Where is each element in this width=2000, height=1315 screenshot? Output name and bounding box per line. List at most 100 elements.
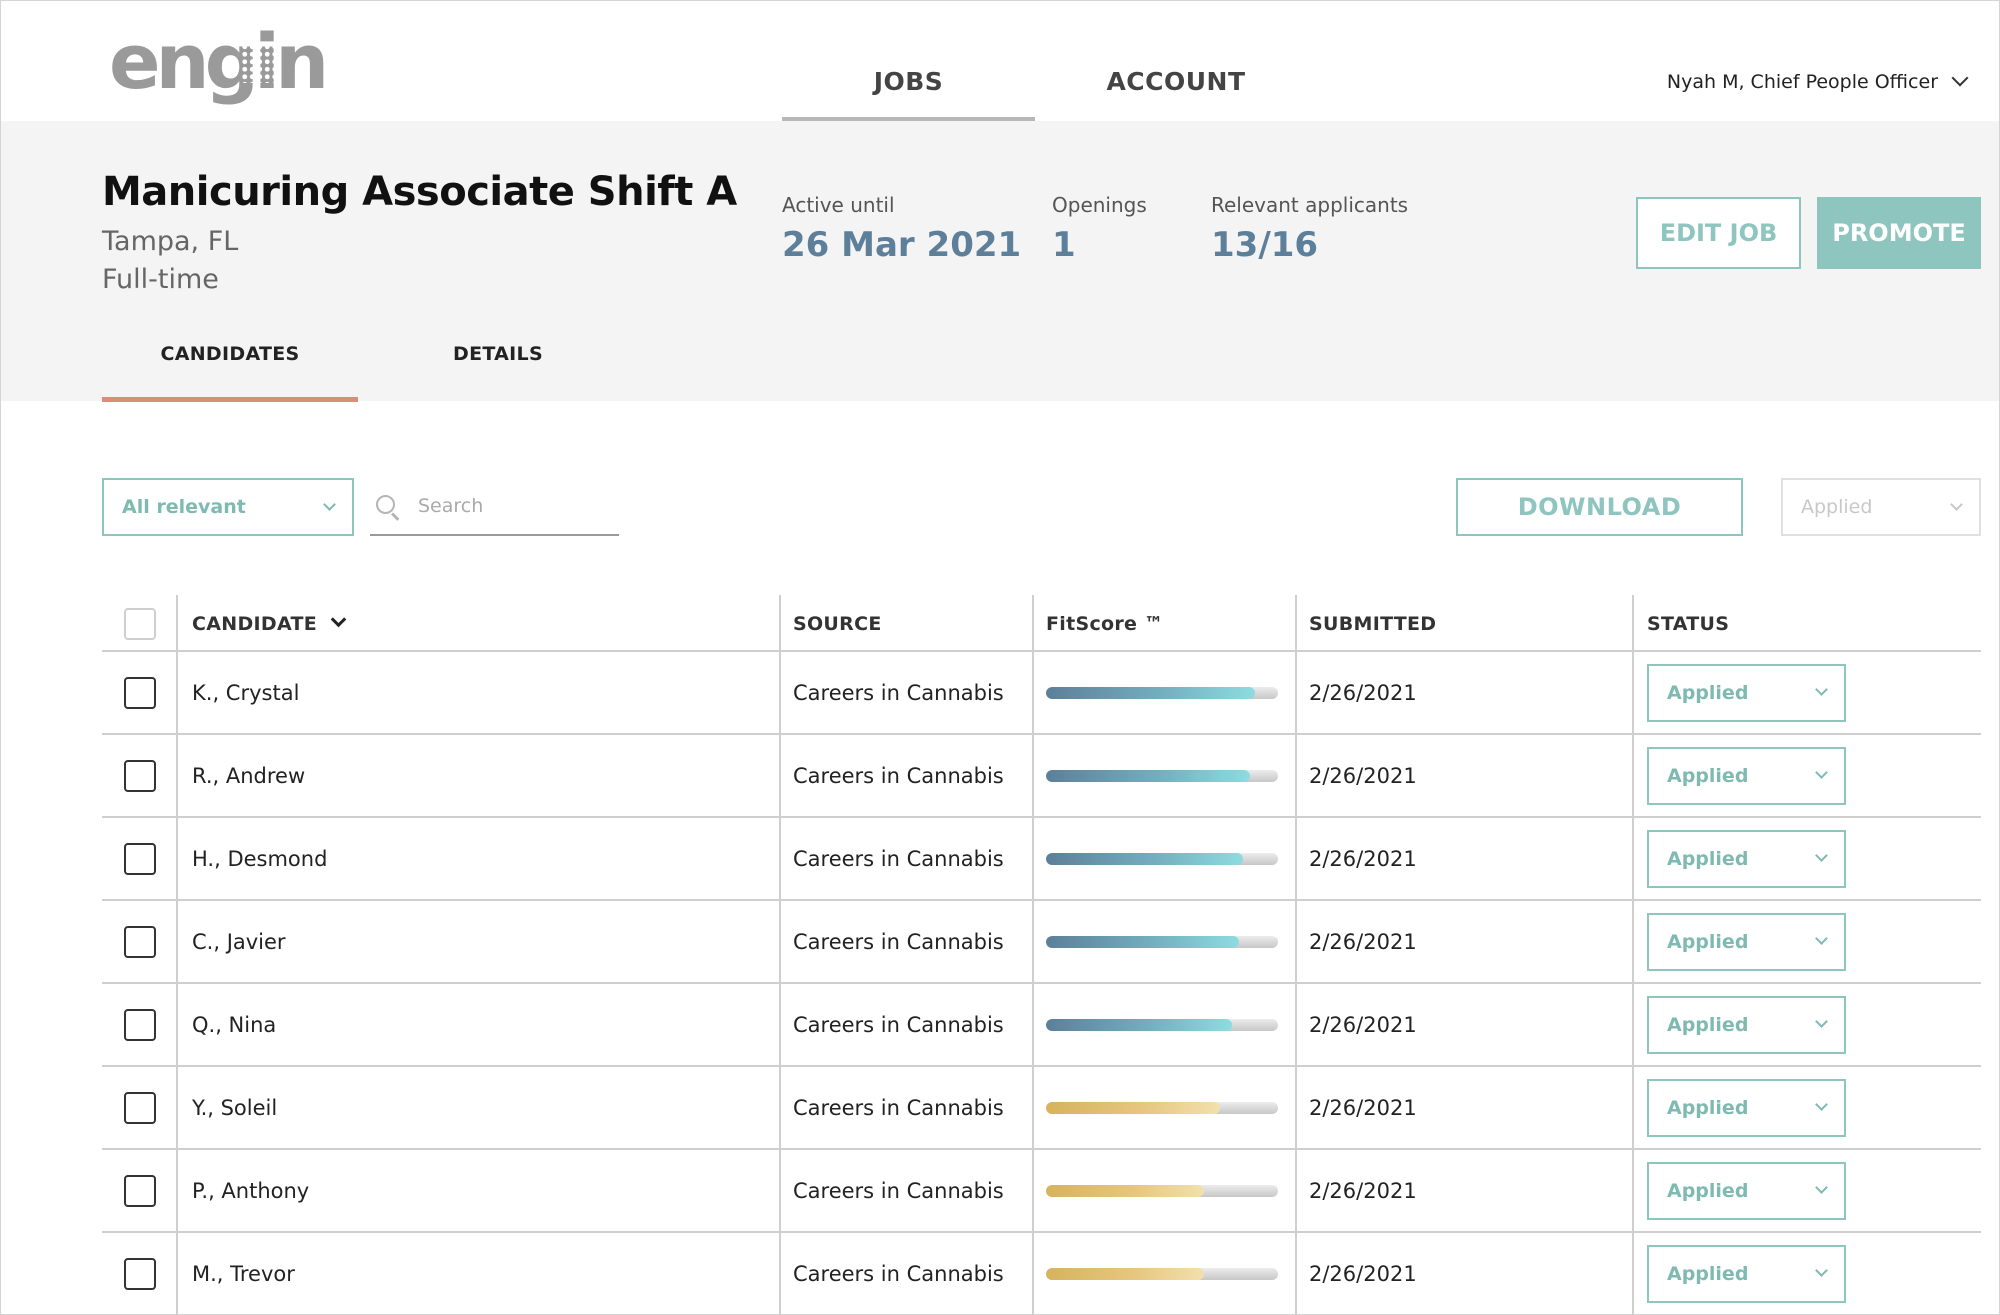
search-icon <box>374 493 400 521</box>
row-checkbox[interactable] <box>124 925 156 958</box>
logo-dot-pattern <box>241 43 279 83</box>
submitted-date: 2/26/2021 <box>1309 1178 1417 1203</box>
table-row: Q., Nina Careers in Cannabis 2/26/2021 A… <box>102 984 1981 1067</box>
submitted-date: 2/26/2021 <box>1309 1261 1417 1286</box>
app-frame: engin JOBS ACCOUNT Nyah M, Chief People … <box>0 0 2000 1315</box>
fitscore-bar <box>1046 1267 1278 1280</box>
column-header-status: STATUS <box>1647 612 1730 635</box>
fitscore-fill <box>1046 1184 1204 1197</box>
fitscore-fill <box>1046 935 1239 948</box>
sort-chevron-icon <box>330 611 347 628</box>
chevron-down-icon <box>1815 766 1828 779</box>
chevron-down-icon <box>1815 849 1828 862</box>
column-header-fitscore: FitScore ™ <box>1046 612 1164 635</box>
nav-tab-account[interactable]: ACCOUNT <box>1071 57 1281 96</box>
table-row: Y., Soleil Careers in Cannabis 2/26/2021… <box>102 1067 1981 1150</box>
engin-logo[interactable]: engin <box>109 17 329 107</box>
job-title: Manicuring Associate Shift A <box>102 169 737 215</box>
candidates-table: CANDIDATE SOURCE FitScore ™ SUBMITTED ST… <box>102 595 1981 1314</box>
candidate-name[interactable]: K., Crystal <box>192 652 299 733</box>
status-select[interactable]: Applied <box>1647 829 1846 888</box>
candidate-source: Careers in Cannabis <box>793 846 1004 871</box>
stat-openings: Openings 1 <box>1052 193 1147 265</box>
status-value: Applied <box>1667 930 1749 953</box>
nav-tab-jobs[interactable]: JOBS <box>782 57 1035 121</box>
fitscore-fill <box>1046 1101 1220 1114</box>
select-all-cell <box>124 595 156 652</box>
fitscore-fill <box>1046 769 1251 782</box>
fitscore-bar <box>1046 1101 1278 1114</box>
row-checkbox[interactable] <box>124 759 156 792</box>
status-select[interactable]: Applied <box>1647 995 1846 1054</box>
chevron-down-icon <box>1950 497 1963 511</box>
promote-button[interactable]: PROMOTE <box>1817 197 1981 269</box>
stat-relevant-applicants: Relevant applicants 13/16 <box>1211 193 1408 265</box>
submitted-date: 2/26/2021 <box>1309 1095 1417 1120</box>
fitscore-bar <box>1046 935 1278 948</box>
download-button[interactable]: DOWNLOAD <box>1456 478 1743 536</box>
fitscore-bar <box>1046 686 1278 699</box>
select-all-checkbox[interactable] <box>124 607 156 640</box>
candidate-name[interactable]: C., Javier <box>192 901 286 982</box>
search-input[interactable] <box>418 495 598 517</box>
candidate-source: Careers in Cannabis <box>793 1012 1004 1037</box>
row-checkbox[interactable] <box>124 842 156 875</box>
status-select[interactable]: Applied <box>1647 1244 1846 1303</box>
stat-value: 13/16 <box>1211 225 1319 265</box>
column-header-candidate[interactable]: CANDIDATE <box>192 595 347 652</box>
fitscore-bar <box>1046 1184 1278 1197</box>
chevron-down-icon <box>323 497 336 511</box>
table-body: K., Crystal Careers in Cannabis 2/26/202… <box>102 652 1981 1314</box>
job-location: Tampa, FL <box>102 226 239 257</box>
status-value: Applied <box>1667 764 1749 787</box>
table-row: C., Javier Careers in Cannabis 2/26/2021… <box>102 901 1981 984</box>
status-select[interactable]: Applied <box>1647 912 1846 971</box>
chevron-down-icon <box>1815 932 1828 945</box>
chevron-down-icon <box>1815 1098 1828 1111</box>
candidate-name[interactable]: P., Anthony <box>192 1150 309 1231</box>
fitscore-fill <box>1046 686 1255 699</box>
stat-label: Openings <box>1052 193 1147 217</box>
fitscore-bar <box>1046 769 1278 782</box>
user-menu[interactable]: Nyah M, Chief People Officer <box>1666 69 1969 93</box>
chevron-down-icon <box>1815 1015 1828 1028</box>
status-value: Applied <box>1667 1096 1749 1119</box>
status-select[interactable]: Applied <box>1647 746 1846 805</box>
row-checkbox[interactable] <box>124 676 156 709</box>
row-checkbox[interactable] <box>124 1091 156 1124</box>
status-select[interactable]: Applied <box>1647 1161 1846 1220</box>
submitted-date: 2/26/2021 <box>1309 846 1417 871</box>
job-type: Full-time <box>102 264 219 295</box>
chevron-down-icon <box>1951 69 1969 87</box>
candidate-name[interactable]: Y., Soleil <box>192 1067 277 1148</box>
chevron-down-icon <box>1815 1181 1828 1194</box>
candidate-name[interactable]: R., Andrew <box>192 735 305 816</box>
stat-label: Active until <box>782 193 895 217</box>
column-header-label: CANDIDATE <box>192 612 318 635</box>
table-header: CANDIDATE SOURCE FitScore ™ SUBMITTED ST… <box>102 595 1981 652</box>
top-nav: engin JOBS ACCOUNT Nyah M, Chief People … <box>1 1 1999 121</box>
row-checkbox[interactable] <box>124 1174 156 1207</box>
relevance-filter-select[interactable]: All relevant <box>102 478 354 536</box>
row-checkbox[interactable] <box>124 1257 156 1290</box>
job-header: Manicuring Associate Shift A Tampa, FL F… <box>1 121 1999 402</box>
candidate-name[interactable]: M., Trevor <box>192 1233 295 1314</box>
submitted-date: 2/26/2021 <box>1309 680 1417 705</box>
status-value: Applied <box>1667 1179 1749 1202</box>
status-value: Applied <box>1667 847 1749 870</box>
status-select[interactable]: Applied <box>1647 663 1846 722</box>
row-checkbox[interactable] <box>124 1008 156 1041</box>
table-row: R., Andrew Careers in Cannabis 2/26/2021… <box>102 735 1981 818</box>
status-value: Applied <box>1667 681 1749 704</box>
fitscore-bar <box>1046 852 1278 865</box>
user-name: Nyah M, Chief People Officer <box>1666 71 1938 93</box>
status-select[interactable]: Applied <box>1647 1078 1846 1137</box>
fitscore-fill <box>1046 1267 1204 1280</box>
bulk-status-select[interactable]: Applied <box>1781 478 1981 536</box>
edit-job-button[interactable]: EDIT JOB <box>1636 197 1801 269</box>
candidate-name[interactable]: Q., Nina <box>192 984 276 1065</box>
tab-candidates[interactable]: CANDIDATES <box>102 343 358 402</box>
candidate-name[interactable]: H., Desmond <box>192 818 327 899</box>
search-box <box>370 478 619 536</box>
tab-details[interactable]: DETAILS <box>398 343 598 401</box>
